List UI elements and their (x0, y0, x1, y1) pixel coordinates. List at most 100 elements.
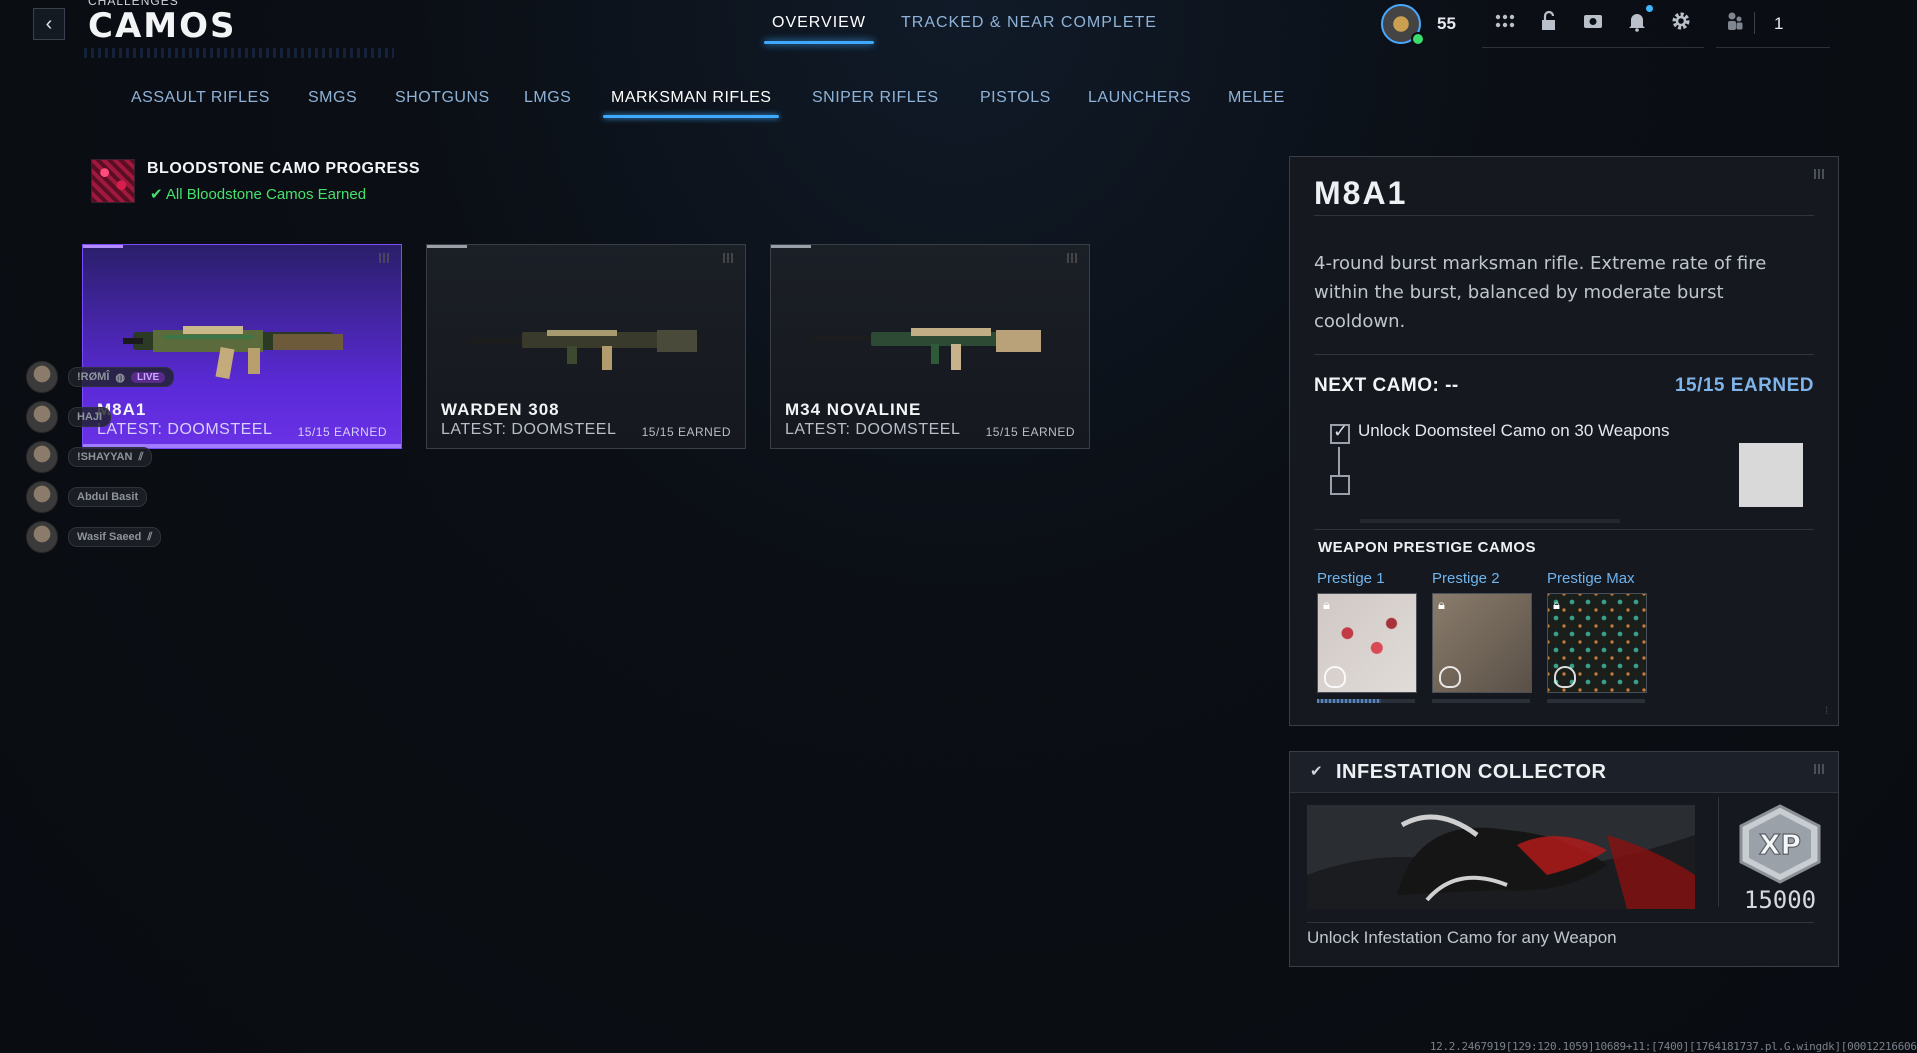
flame-icon: ◍ (115, 371, 125, 384)
m34-novaline-weapon-image (811, 328, 1041, 370)
divider (1314, 354, 1814, 355)
tab-shotguns[interactable]: SHOTGUNS (395, 89, 490, 107)
notification-dot (1646, 5, 1653, 12)
weapon-earned-count: 15/15 EARNED (985, 425, 1075, 439)
prestige-max-camo-tile[interactable]: 🔒︎ (1547, 593, 1647, 693)
prestige-2-progress (1432, 699, 1530, 703)
prestige-camos-title: WEAPON PRESTIGE CAMOS (1318, 539, 1537, 556)
divider (1718, 797, 1719, 907)
platform-icon: ⫽ (147, 530, 153, 543)
party-count: 1 (1774, 14, 1784, 33)
player-level: 55 (1437, 14, 1456, 33)
checkmark-icon: ✔ (1310, 763, 1323, 780)
unlock-icon[interactable] (1538, 10, 1560, 32)
friend-name: !RØMÎ (77, 371, 110, 383)
challenge-task: Unlock Doomsteel Camo on 30 Weapons (1358, 421, 1670, 440)
progress-fill (1317, 699, 1381, 703)
weapon-latest-camo: LATEST: DOOMSTEEL (97, 421, 273, 438)
infestation-description: Unlock Infestation Camo for any Weapon (1307, 928, 1617, 947)
bloodstone-camo-icon (91, 159, 135, 203)
friend-name-pill: !RØMÎ ◍ LIVE (68, 367, 175, 387)
weapon-card-m8a1[interactable]: M8A1 LATEST: DOOMSTEEL 15/15 EARNED (82, 244, 402, 449)
build-version-string: 12.2.2467919[129:120.1059]10689+11:[7400… (1429, 1040, 1917, 1053)
grid-icon (1814, 764, 1826, 774)
avatar (26, 521, 58, 553)
party-icon[interactable] (1724, 10, 1746, 32)
weapon-name: M34 NOVALINE (785, 400, 922, 419)
prestige-emblem-icon (1324, 666, 1346, 688)
social-friend-3[interactable]: !SHAYYAN ⫽ (26, 441, 153, 473)
task-connector-line (1338, 447, 1340, 477)
lock-icon: 🔒︎ (1438, 597, 1445, 612)
tab-sniper-rifles[interactable]: SNIPER RIFLES (812, 89, 939, 107)
weapon-card-m34-novaline[interactable]: M34 NOVALINE LATEST: DOOMSTEEL 15/15 EAR… (770, 244, 1090, 449)
prestige-emblem-icon (1439, 666, 1461, 688)
task-checkbox-checked (1330, 421, 1350, 444)
divider (1307, 922, 1814, 923)
social-friend-1[interactable]: !RØMÎ ◍ LIVE (26, 361, 175, 393)
infestation-title: INFESTATION COLLECTOR (1336, 761, 1607, 783)
card-progress-bar (771, 245, 811, 248)
store-icon[interactable] (1582, 10, 1604, 32)
prestige-2-camo-tile[interactable]: 🔒︎ (1432, 593, 1532, 693)
camos-earned-count: 15/15 EARNED (1674, 375, 1814, 396)
checkmark-icon: ✔ (150, 186, 163, 203)
weapon-latest-camo: LATEST: DOOMSTEEL (785, 421, 961, 438)
grid-icon (379, 253, 391, 263)
prestige-1-camo-tile[interactable]: 🔒︎ (1317, 593, 1417, 693)
tab-melee[interactable]: MELEE (1228, 89, 1285, 107)
prestige-1-label: Prestige 1 (1317, 570, 1385, 587)
tab-marksman-rifles[interactable]: MARKSMAN RIFLES (602, 89, 780, 118)
weapon-latest-camo: LATEST: DOOMSTEEL (441, 421, 617, 438)
chevron-left-icon: ‹ (45, 12, 53, 35)
xp-badge-icon: XP (1739, 804, 1821, 884)
panel-header: ✔ INFESTATION COLLECTOR (1290, 752, 1838, 793)
lock-icon: 🔒︎ (1323, 597, 1330, 612)
back-button[interactable]: ‹ (33, 8, 65, 40)
social-friend-2[interactable]: HAJI (26, 401, 112, 433)
prestige-max-progress (1547, 699, 1645, 703)
resize-corner-icon: ⁞ (1825, 706, 1828, 717)
friend-name: !SHAYYAN (77, 451, 133, 463)
tab-assault-rifles[interactable]: ASSAULT RIFLES (131, 89, 270, 107)
header-underline-right (1716, 47, 1830, 48)
tab-overview[interactable]: OVERVIEW (764, 14, 874, 44)
settings-gear-icon[interactable] (1670, 10, 1692, 32)
tab-lmgs[interactable]: LMGS (524, 89, 571, 107)
tab-pistols[interactable]: PISTOLS (980, 89, 1051, 107)
task-checkbox-empty (1330, 475, 1350, 495)
social-friend-5[interactable]: Wasif Saeed ⫽ (26, 521, 162, 553)
grid-icon (1067, 253, 1079, 263)
tab-tracked-near-complete[interactable]: TRACKED & NEAR COMPLETE (901, 14, 1157, 32)
grid-icon (723, 253, 735, 263)
prestige-max-label: Prestige Max (1547, 570, 1635, 587)
bloodstone-status: ✔ All Bloodstone Camos Earned (150, 185, 366, 203)
social-friend-4[interactable]: Abdul Basit (26, 481, 148, 513)
tab-smgs[interactable]: SMGS (308, 89, 357, 107)
prestige-1-progress (1317, 699, 1415, 703)
friend-name: Wasif Saeed (77, 531, 142, 543)
xp-reward-value: 15000 (1743, 886, 1817, 914)
weapon-name: WARDEN 308 (441, 400, 560, 419)
apps-grid-icon[interactable] (1494, 10, 1516, 32)
header-divider (1754, 12, 1755, 34)
online-status-dot (1411, 32, 1425, 46)
platform-icon: ⫽ (138, 450, 144, 463)
avatar (26, 361, 58, 393)
avatar (26, 401, 58, 433)
prestige-emblem-icon (1554, 666, 1576, 688)
weapon-card-warden-308[interactable]: WARDEN 308 LATEST: DOOMSTEEL 15/15 EARNE… (426, 244, 746, 449)
prestige-2-label: Prestige 2 (1432, 570, 1500, 587)
bloodstone-progress-title: BLOODSTONE CAMO PROGRESS (147, 160, 421, 177)
tab-launchers[interactable]: LAUNCHERS (1088, 89, 1191, 107)
page-title: CAMOS (88, 6, 237, 46)
notifications-bell-icon[interactable] (1626, 10, 1648, 32)
friend-name-pill: Wasif Saeed ⫽ (68, 527, 162, 547)
header-underline (1482, 47, 1704, 48)
card-progress-bar (83, 245, 123, 248)
friend-name-pill: Abdul Basit (68, 487, 148, 507)
friend-name: HAJI (77, 411, 103, 423)
friend-name-pill: !SHAYYAN ⫽ (68, 447, 153, 467)
detail-weapon-name: M8A1 (1314, 175, 1408, 211)
camo-reward-preview (1739, 443, 1803, 507)
